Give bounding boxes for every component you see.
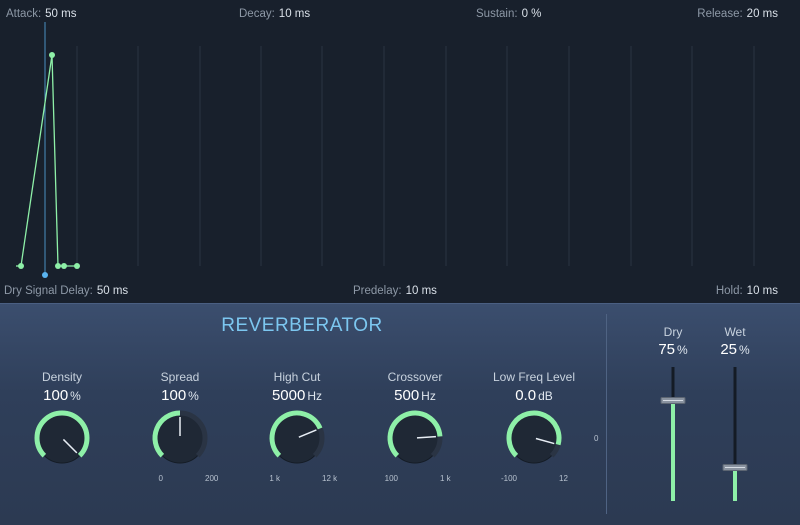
density-label: Density — [41, 370, 82, 384]
low-freq-level-value[interactable]: 0.0 dB — [479, 387, 589, 404]
dry-signal-delay-label: Dry Signal Delay: — [4, 285, 93, 297]
release-param[interactable]: Release: 20 ms — [697, 8, 778, 20]
crossover-knob-group: Crossover 500 Hz 100 1 k — [360, 370, 470, 483]
spread-label: Spread — [160, 370, 200, 384]
dry-signal-delay-handle[interactable] — [42, 272, 48, 278]
dry-signal-delay-param[interactable]: Dry Signal Delay: 50 ms — [4, 285, 128, 297]
wet-fader[interactable] — [710, 325, 760, 505]
envelope-start-handle[interactable] — [18, 263, 24, 269]
plugin-title: REVERBERATOR — [221, 315, 383, 336]
high-cut-value[interactable]: 5000 Hz — [242, 387, 352, 404]
dry-fader-fill — [671, 400, 675, 501]
high-cut-unit: Hz — [307, 389, 323, 403]
high-cut-label: High Cut — [273, 370, 321, 384]
crossover-tick-label: 100 — [384, 474, 398, 483]
release-value[interactable]: 20 ms — [747, 8, 778, 20]
density-knob-group: Density 100% — [7, 370, 117, 464]
predelay-param[interactable]: Predelay: 10 ms — [353, 285, 437, 297]
density-knob[interactable] — [32, 408, 92, 468]
dry-fader-group: Dry 75% — [648, 325, 698, 505]
density-value-number: 100 — [43, 387, 69, 404]
reverberator-panel: REVERBERATOR Density 100% Spread 100% 0 200… — [0, 303, 800, 525]
crossover-knob[interactable] — [385, 408, 445, 468]
dry-fader[interactable] — [648, 325, 698, 505]
spread-value-number: 100 — [161, 387, 187, 404]
dry-signal-delay-value[interactable]: 50 ms — [97, 285, 128, 297]
wet-fader-fill — [733, 467, 737, 501]
attack-value[interactable]: 50 ms — [45, 8, 76, 20]
envelope-graph[interactable] — [0, 0, 800, 303]
decay-label: Decay: — [239, 8, 275, 20]
attack-handle[interactable] — [49, 52, 55, 58]
high-cut-tick-label: 12 k — [322, 474, 338, 483]
low-freq-level-label: Low Freq Level — [492, 370, 576, 384]
density-value[interactable]: 100% — [7, 387, 117, 404]
spread-tick-label: 200 — [205, 474, 219, 483]
hold-value[interactable]: 10 ms — [747, 285, 778, 297]
low-freq-level-unit: dB — [538, 389, 553, 403]
decay-param[interactable]: Decay: 10 ms — [239, 8, 310, 20]
decay-value[interactable]: 10 ms — [279, 8, 310, 20]
sustain-value[interactable]: 0 % — [522, 8, 542, 20]
spread-knob[interactable] — [150, 408, 210, 468]
low-freq-level-knob-group: Low Freq Level 0.0 dB -100 12 0 — [479, 370, 598, 483]
crossover-value-number: 500 — [394, 387, 420, 404]
predelay-label: Predelay: — [353, 285, 402, 297]
hold-param[interactable]: Hold: 10 ms — [716, 285, 778, 297]
crossover-unit: Hz — [421, 389, 436, 403]
spread-tick-label: 0 — [158, 474, 163, 483]
release-handle[interactable] — [74, 263, 80, 269]
hold-label: Hold: — [715, 285, 743, 297]
density-unit: % — [70, 389, 81, 403]
envelope-editor[interactable]: Attack: 50 ms Decay: 10 ms Sustain: 0 % Rel… — [0, 0, 800, 303]
wet-fader-group: Wet 25% — [710, 325, 760, 505]
crossover-label: Crossover — [387, 370, 443, 384]
release-label: Release: — [697, 8, 743, 20]
spread-knob-group: Spread 100% 0 200 — [125, 370, 235, 483]
high-cut-tick-label: 1 k — [269, 474, 280, 483]
attack-label: Attack: — [6, 8, 42, 20]
envelope-curve — [20, 54, 77, 267]
spread-unit: % — [188, 389, 199, 403]
low-freq-level-value-number: 0.0 — [515, 387, 537, 404]
high-cut-value-number: 5000 — [271, 387, 306, 404]
low-freq-level-tick-label: 12 — [559, 474, 568, 483]
sustain-label: Sustain: — [476, 8, 518, 20]
predelay-value[interactable]: 10 ms — [406, 285, 437, 297]
sustain-param[interactable]: Sustain: 0 % — [476, 8, 541, 20]
attack-param[interactable]: Attack: 50 ms — [6, 8, 76, 20]
low-freq-level-tick-label: -100 — [500, 474, 517, 483]
decay-handle[interactable] — [55, 263, 61, 269]
crossover-tick-label: 1 k — [440, 474, 451, 483]
crossover-value[interactable]: 500 Hz — [360, 387, 470, 404]
high-cut-knob-group: High Cut 5000 Hz 1 k 12 k — [242, 370, 352, 483]
low-freq-level-tick-label: 0 — [594, 434, 599, 443]
high-cut-knob[interactable] — [267, 408, 327, 468]
panel-divider — [606, 314, 607, 514]
spread-value[interactable]: 100% — [125, 387, 235, 404]
hold-handle[interactable] — [61, 263, 67, 269]
low-freq-level-knob[interactable] — [504, 408, 564, 468]
